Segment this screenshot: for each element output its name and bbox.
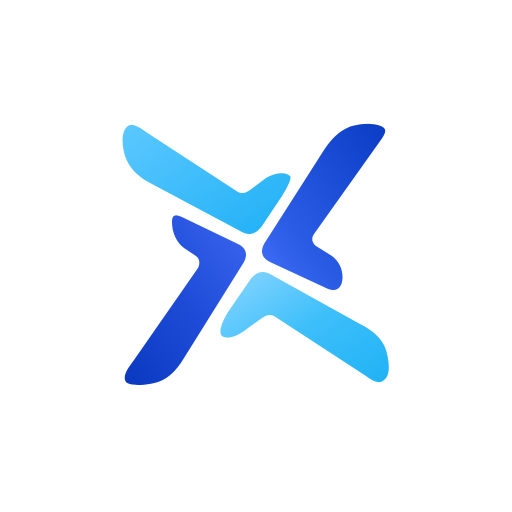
app-icon-canvas	[0, 0, 512, 512]
blade-bottom-left	[124, 215, 246, 385]
blade-top-right	[262, 123, 386, 290]
pinwheel-x-logo-icon	[122, 123, 389, 385]
blade-bottom-right	[220, 272, 389, 383]
blade-top-left	[122, 124, 291, 234]
